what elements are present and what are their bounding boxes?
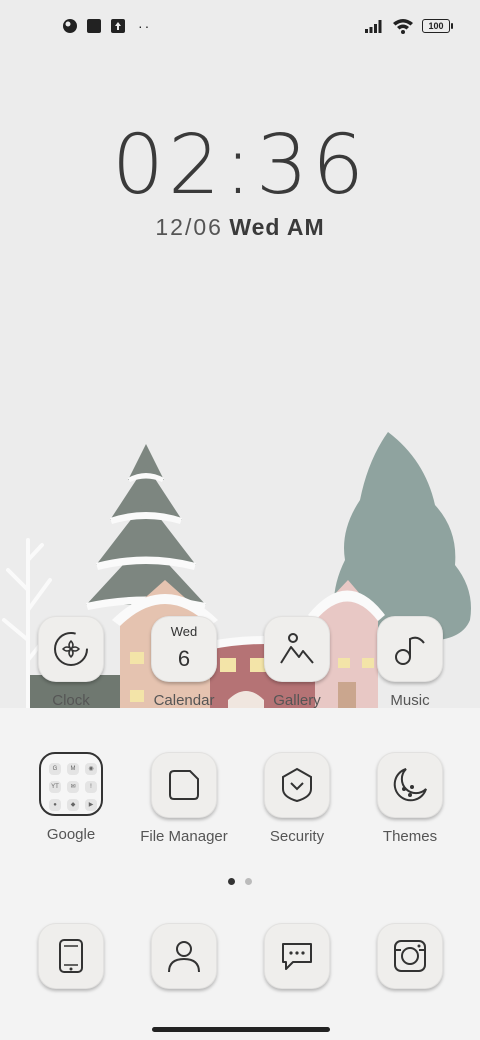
folder-mini-app-icon: ● (49, 799, 61, 811)
camera-icon (394, 940, 426, 972)
status-bar-right: 100 (364, 18, 453, 34)
dock-contacts[interactable] (134, 923, 234, 989)
ampm-value: AM (286, 214, 325, 240)
app-security[interactable]: Security (247, 752, 347, 845)
dock-messages[interactable] (247, 923, 347, 989)
app-label: Themes (382, 828, 438, 845)
upload-icon (111, 19, 125, 33)
file-manager-icon (169, 770, 199, 800)
contacts-icon (168, 941, 200, 973)
app-file-manager[interactable]: File Manager (134, 752, 234, 845)
folder-mini-app-icon: ✉ (67, 781, 79, 793)
folder-mini-app-icon: ◉ (85, 763, 97, 775)
clock-icon (54, 632, 88, 666)
status-bar-left: ·· (62, 18, 151, 34)
folder-mini-app-icon: ◆ (67, 799, 79, 811)
app-label: File Manager (140, 828, 228, 845)
contacts-app-icon-tile (151, 923, 217, 989)
folder-mini-app-icon: ! (85, 781, 97, 793)
app-label: Clock (52, 692, 90, 709)
app-clock[interactable]: Clock (21, 616, 121, 709)
calendar-icon-date: 6 (177, 646, 191, 671)
gallery-icon (280, 633, 314, 664)
folder-mini-app-icon: ▶ (85, 799, 97, 811)
calendar-icon-day: Wed (170, 624, 198, 639)
themes-icon (393, 768, 427, 802)
messages-app-icon-tile (264, 923, 330, 989)
weekday-value: Wed (229, 214, 281, 240)
messages-icon (282, 943, 312, 970)
security-icon (282, 767, 312, 803)
battery-icon: 100 (422, 19, 453, 33)
dock-camera[interactable] (360, 923, 460, 989)
phone-icon (59, 939, 83, 973)
music-app-icon-tile (377, 616, 443, 682)
page-indicator[interactable] (0, 878, 480, 885)
gesture-navigation-bar[interactable] (152, 1027, 330, 1032)
app-label: Security (269, 828, 325, 845)
app-notification-icon (87, 19, 101, 33)
status-bar: ·· 100 (0, 0, 480, 56)
clock-app-icon-tile (38, 616, 104, 682)
app-themes[interactable]: Themes (360, 752, 460, 845)
calendar-app-icon-tile: Wed 6 (151, 616, 217, 682)
more-notifications-indicator: ·· (138, 18, 152, 34)
date-value: 12/06 (155, 214, 223, 240)
themes-app-icon-tile (377, 752, 443, 818)
music-icon (395, 636, 425, 665)
app-label: Google (46, 826, 96, 843)
app-gallery[interactable]: Gallery (247, 616, 347, 709)
clock-time[interactable]: 02:36 (0, 118, 480, 213)
folder-mini-app-icon: M (67, 763, 79, 775)
notification-icon (63, 19, 77, 33)
file-manager-app-icon-tile (151, 752, 217, 818)
google-folder-icon: G M ◉ YT ✉ ! ● ◆ ▶ (39, 752, 103, 816)
page-dot[interactable] (245, 878, 252, 885)
folder-mini-app-icon: YT (49, 781, 61, 793)
signal-icon (365, 20, 382, 33)
clock-date[interactable]: 12/06 Wed AM (0, 214, 480, 241)
folder-mini-app-icon: G (49, 763, 61, 775)
phone-app-icon-tile (38, 923, 104, 989)
app-label: Calendar (153, 692, 215, 709)
wifi-icon (393, 19, 413, 34)
camera-app-icon-tile (377, 923, 443, 989)
app-calendar[interactable]: Wed 6 Calendar (134, 616, 234, 709)
gallery-app-icon-tile (264, 616, 330, 682)
security-app-icon-tile (264, 752, 330, 818)
dock-phone[interactable] (21, 923, 121, 989)
page-dot-active[interactable] (228, 878, 235, 885)
app-label: Music (390, 692, 430, 709)
app-label: Gallery (273, 692, 321, 709)
app-google-folder[interactable]: G M ◉ YT ✉ ! ● ◆ ▶ Google (21, 752, 121, 843)
app-music[interactable]: Music (360, 616, 460, 709)
